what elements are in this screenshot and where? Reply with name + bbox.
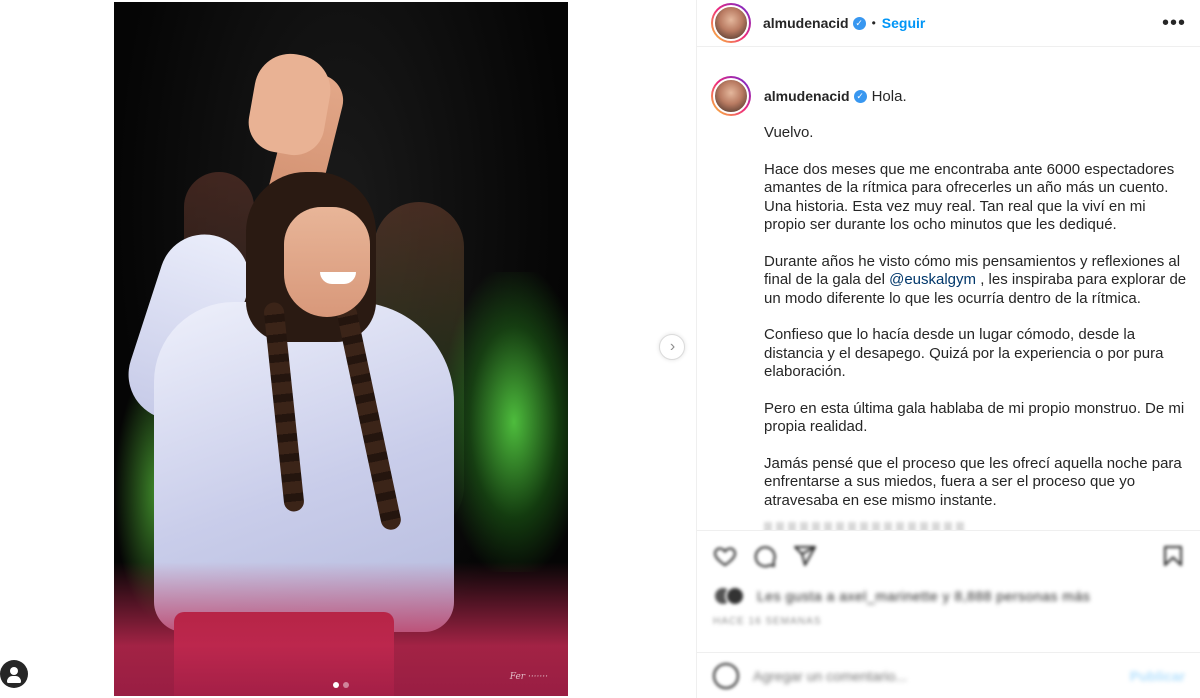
caption-truncated-line	[764, 522, 964, 530]
bookmark-icon[interactable]	[1161, 544, 1185, 568]
comment-input[interactable]	[753, 667, 1093, 684]
caption-paragraph: Confieso que lo hacía desde un lugar cóm…	[764, 326, 1164, 380]
publish-button[interactable]: Publicar	[1130, 668, 1185, 684]
stage-light	[444, 272, 568, 572]
follow-button[interactable]: Seguir	[882, 15, 926, 31]
chevron-right-icon: ›	[669, 338, 676, 355]
separator-dot: •	[871, 16, 876, 30]
author-avatar[interactable]	[711, 3, 751, 43]
verified-badge-icon: ✓	[853, 90, 867, 103]
verified-badge-icon: ✓	[852, 16, 866, 30]
post-header: almudenacid ✓ • Seguir •••	[697, 0, 1200, 47]
account-icon[interactable]	[0, 660, 28, 688]
carousel-dot-active	[333, 682, 339, 688]
caption-area[interactable]: almudenacid ✓ Hola. Vuelvo. Hace dos mes…	[697, 60, 1200, 530]
caption-paragraph: Jamás pensé que el proceso que les ofrec…	[764, 454, 1182, 509]
likes-text[interactable]: Les gusta a axel_marinette y 8,888 perso…	[757, 588, 1090, 604]
heart-icon[interactable]	[713, 544, 737, 568]
liker-avatars	[713, 586, 747, 606]
post-details-panel: almudenacid ✓ • Seguir ••• almudenacid ✓…	[696, 0, 1200, 698]
caption-username[interactable]: almudenacid	[764, 88, 850, 104]
comment-icon[interactable]	[753, 544, 777, 568]
mention-link[interactable]: @euskalgym	[889, 271, 976, 288]
stage-floor-light	[114, 562, 568, 696]
likes-summary[interactable]: Les gusta a axel_marinette y 8,888 perso…	[713, 586, 1090, 606]
more-options-icon[interactable]: •••	[1162, 13, 1186, 33]
caption-paragraph: Vuelvo.	[764, 124, 814, 141]
post-media-area: Fer ······· ›	[0, 0, 696, 698]
author-username[interactable]: almudenacid	[763, 15, 849, 31]
action-bar	[697, 530, 1200, 580]
emoji-icon[interactable]	[713, 662, 739, 689]
caption-paragraph-mention: Durante años he visto cómo mis pensamien…	[764, 253, 1187, 309]
caption-paragraph: Hace dos meses que me encontraba ante 60…	[764, 160, 1175, 234]
share-icon[interactable]	[793, 544, 817, 568]
carousel-dot	[343, 682, 349, 688]
face	[284, 207, 370, 317]
photo-signature: Fer ·······	[509, 672, 548, 682]
post-photo[interactable]: Fer ·······	[114, 2, 568, 696]
caption-greeting: Hola.	[871, 88, 907, 105]
post-timestamp[interactable]: Hace 16 semanas	[713, 616, 821, 627]
next-slide-button[interactable]: ›	[659, 334, 685, 360]
caption-header: almudenacid ✓ Hola.	[711, 76, 1187, 116]
caption-text: Vuelvo. Hace dos meses que me encontraba…	[764, 124, 1187, 510]
caption-author-avatar[interactable]	[711, 76, 751, 116]
caption-paragraph: Pero en esta última gala hablaba de mi p…	[764, 399, 1185, 436]
carousel-dots	[114, 682, 568, 688]
comment-bar: Publicar	[697, 652, 1200, 698]
